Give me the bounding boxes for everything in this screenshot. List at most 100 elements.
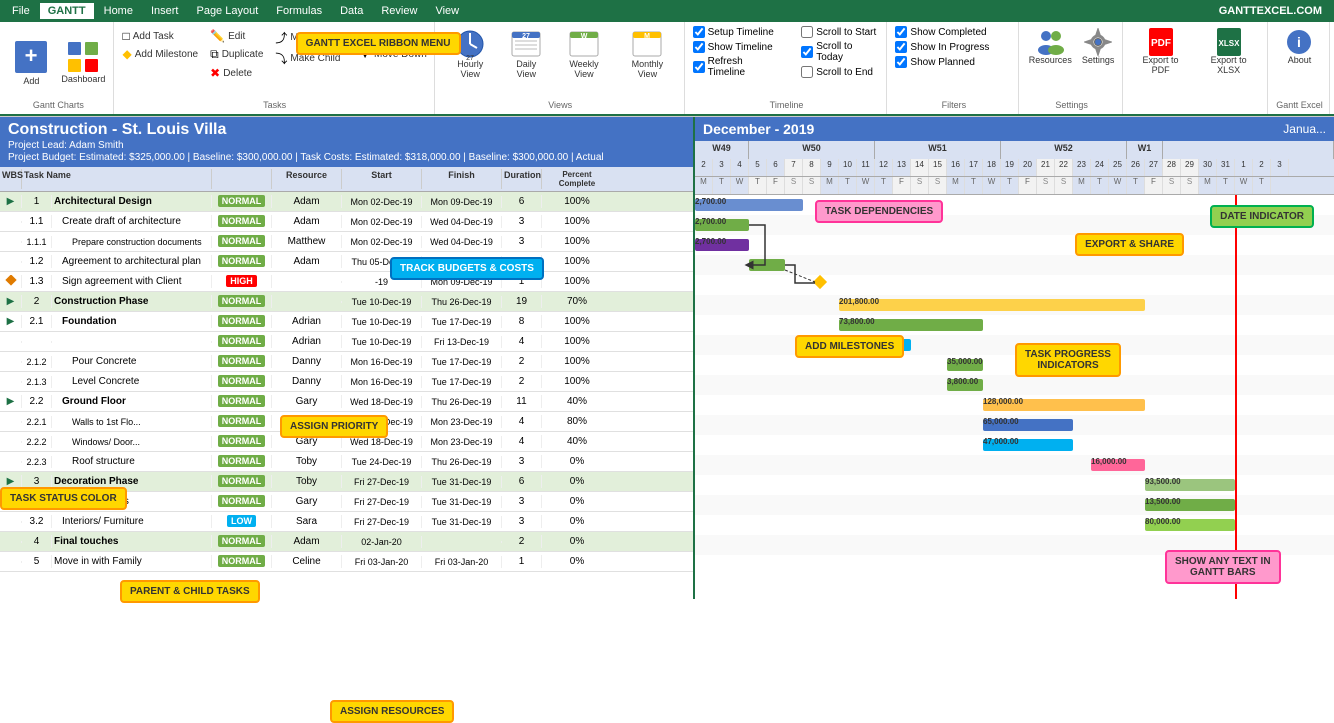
edit-btn[interactable]: ✏️ Edit (207, 28, 266, 44)
scroll-today-checkbox[interactable] (801, 46, 813, 58)
tasks-group: □ Add Task ◆ Add Milestone ✏️ Edit ⧉ (116, 22, 435, 114)
monthly-view-btn[interactable]: M Monthly View (617, 26, 677, 82)
expand-btn[interactable]: ▶ (0, 295, 22, 308)
export-pdf-label: Export to PDF (1133, 56, 1189, 76)
dashboard-button[interactable]: Dashboard (59, 37, 107, 87)
menu-file[interactable]: File (4, 3, 38, 19)
duplicate-btn[interactable]: ⧉ Duplicate (207, 46, 266, 63)
views-group: 27 Hourly View 27 (437, 22, 685, 114)
show-text-callout: SHOW ANY TEXT IN GANTT BARS (1165, 550, 1281, 584)
wbs-cell: 2.2.2 (22, 436, 52, 448)
duration-cell: 3 (502, 515, 542, 528)
start-cell: Wed 18-Dec-19 (342, 396, 422, 408)
week-w49: W49 (695, 141, 749, 159)
day-5: 5 (749, 159, 767, 177)
show-completed-check[interactable]: Show Completed (895, 26, 986, 38)
percent-cell: 0% (542, 535, 612, 548)
show-timeline-checkbox[interactable] (693, 41, 705, 53)
about-btn[interactable]: i About (1281, 26, 1317, 68)
percent-cell: 100% (542, 215, 612, 228)
add-milestone-btn[interactable]: ◆ Add Milestone (120, 46, 202, 62)
start-cell: Fri 27-Dec-19 (342, 476, 422, 488)
week-w1: W1 (1127, 141, 1163, 159)
week-w51: W51 (875, 141, 1001, 159)
table-row: 3.2 Interiors/ Furniture LOW Sara Fri 27… (0, 512, 693, 532)
daily-view-btn[interactable]: 27 Daily View (502, 26, 551, 82)
priority-cell: NORMAL (212, 335, 272, 348)
duration-cell: 19 (502, 295, 542, 308)
show-inprogress-check[interactable]: Show In Progress (895, 41, 989, 53)
finish-cell: Thu 26-Dec-19 (422, 456, 502, 468)
scroll-end-check[interactable]: Scroll to End (801, 66, 880, 78)
menu-insert[interactable]: Insert (143, 3, 187, 19)
delete-btn[interactable]: ✖ Delete (207, 65, 266, 81)
resource-cell: Sara (272, 515, 342, 528)
menu-data[interactable]: Data (332, 3, 371, 19)
resources-btn[interactable]: Resources (1027, 26, 1074, 68)
show-inprogress-checkbox[interactable] (895, 41, 907, 53)
priority-cell: NORMAL (212, 555, 272, 568)
day-11: 11 (857, 159, 875, 177)
menu-pagelayout[interactable]: Page Layout (188, 3, 266, 19)
expand-btn[interactable]: ▶ (0, 315, 22, 328)
add-task-btn[interactable]: □ Add Task (120, 28, 202, 44)
project-budget: Project Budget: Estimated: $325,000.00 |… (8, 152, 685, 163)
settings-btn[interactable]: Settings (1080, 26, 1117, 68)
priority-cell: NORMAL (212, 495, 272, 508)
refresh-timeline-checkbox[interactable] (693, 61, 705, 73)
menu-gantt[interactable]: GANTT (40, 3, 94, 19)
resource-cell: Gary (272, 495, 342, 508)
menu-home[interactable]: Home (96, 3, 141, 19)
expand-btn[interactable]: ▶ (0, 195, 22, 208)
export-xlsx-btn[interactable]: XLSX Export to XLSX (1196, 26, 1261, 78)
expand-btn[interactable]: ▶ (0, 395, 22, 408)
gantt-charts-label: Gantt Charts (33, 98, 84, 110)
col-taskname: Task Name (22, 169, 212, 189)
scroll-start-check[interactable]: Scroll to Start (801, 26, 880, 38)
task-name-cell: Create draft of architecture (52, 215, 212, 228)
export-pdf-btn[interactable]: PDF Export to PDF (1131, 26, 1191, 78)
wbs-cell: 1 (22, 195, 52, 208)
priority-cell: NORMAL (212, 235, 272, 248)
setup-timeline-checkbox[interactable] (693, 26, 705, 38)
priority-cell: NORMAL (212, 455, 272, 468)
day-2: 2 (695, 159, 713, 177)
task-name-cell: Architectural Design (52, 195, 212, 208)
add-button[interactable]: + Add (9, 35, 53, 89)
resource-cell: Adrian (272, 335, 342, 348)
priority-cell: NORMAL (212, 415, 272, 428)
refresh-timeline-check[interactable]: Refresh Timeline (693, 56, 782, 78)
scroll-start-checkbox[interactable] (801, 26, 813, 38)
timeline-label: Timeline (770, 98, 804, 110)
finish-cell: Mon 23-Dec-19 (422, 416, 502, 428)
show-completed-checkbox[interactable] (895, 26, 907, 38)
svg-text:XLSX: XLSX (1218, 39, 1240, 48)
start-cell: Tue 10-Dec-19 (342, 336, 422, 348)
priority-cell: NORMAL (212, 295, 272, 308)
settings-grp-label: Settings (1055, 98, 1088, 110)
menu-formulas[interactable]: Formulas (268, 3, 330, 19)
finish-cell (422, 541, 502, 543)
resource-cell: Adam (272, 535, 342, 548)
menu-view[interactable]: View (427, 3, 467, 19)
duration-cell: 3 (502, 215, 542, 228)
table-row: 2.1.3 Level Concrete NORMAL Danny Mon 16… (0, 372, 693, 392)
task-name-cell: Final touches (52, 535, 212, 548)
show-planned-check[interactable]: Show Planned (895, 56, 975, 68)
task-name-cell: Walls to 1st Flo... (52, 416, 212, 428)
resource-cell: Toby (272, 475, 342, 488)
day-26: 26 (1127, 159, 1145, 177)
scroll-end-checkbox[interactable] (801, 66, 813, 78)
weekly-view-btn[interactable]: W Weekly View (555, 26, 613, 82)
priority-cell: NORMAL (212, 255, 272, 268)
day-16: 16 (947, 159, 965, 177)
show-planned-checkbox[interactable] (895, 56, 907, 68)
percent-cell: 0% (542, 555, 612, 568)
setup-timeline-check[interactable]: Setup Timeline (693, 26, 782, 38)
show-timeline-check[interactable]: Show Timeline (693, 41, 782, 53)
menu-review[interactable]: Review (373, 3, 425, 19)
priority-cell: NORMAL (212, 315, 272, 328)
svg-text:27: 27 (522, 33, 530, 40)
start-cell: Fri 03-Jan-20 (342, 556, 422, 568)
scroll-today-check[interactable]: Scroll to Today (801, 41, 880, 63)
